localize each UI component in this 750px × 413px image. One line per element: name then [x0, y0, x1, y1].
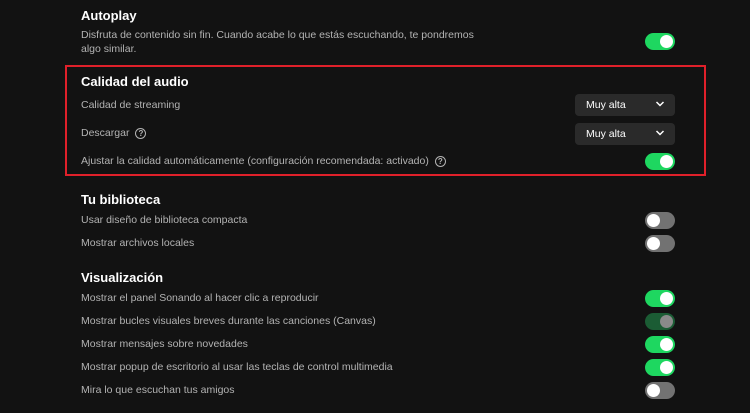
toggle-knob: [660, 315, 673, 328]
news-messages-toggle[interactable]: [645, 336, 675, 353]
canvas-toggle[interactable]: [645, 313, 675, 330]
desktop-popup-label: Mostrar popup de escritorio al usar las …: [81, 361, 393, 373]
chevron-down-icon: [655, 130, 665, 136]
help-icon[interactable]: ?: [434, 155, 446, 167]
toggle-knob: [660, 292, 673, 305]
desktop-popup-label-text: Mostrar popup de escritorio al usar las …: [81, 361, 393, 373]
local-files-label: Mostrar archivos locales: [81, 237, 194, 249]
news-messages-label-text: Mostrar mensajes sobre novedades: [81, 338, 248, 350]
now-playing-panel-label: Mostrar el panel Sonando al hacer clic a…: [81, 292, 319, 304]
download-quality-select[interactable]: Muy alta: [575, 123, 675, 145]
compact-library-label: Usar diseño de biblioteca compacta: [81, 214, 247, 226]
toggle-knob: [647, 384, 660, 397]
streaming-quality-label: Calidad de streaming: [81, 99, 180, 111]
streaming-quality-value: Muy alta: [586, 99, 626, 111]
friends-activity-label-text: Mira lo que escuchan tus amigos: [81, 384, 235, 396]
autoplay-description-line2: algo similar.: [81, 43, 137, 55]
audio-quality-title: Calidad del audio: [81, 74, 189, 89]
help-icon[interactable]: ?: [135, 127, 147, 139]
auto-adjust-quality-label: Ajustar la calidad automáticamente (conf…: [81, 155, 446, 167]
download-quality-value: Muy alta: [586, 128, 626, 140]
autoplay-toggle[interactable]: [645, 33, 675, 50]
download-quality-label-text: Descargar: [81, 127, 130, 139]
autoplay-title: Autoplay: [81, 8, 137, 23]
streaming-quality-label-text: Calidad de streaming: [81, 99, 181, 111]
auto-adjust-quality-label-text: Ajustar la calidad automáticamente (conf…: [81, 155, 429, 167]
toggle-knob: [660, 35, 673, 48]
news-messages-label: Mostrar mensajes sobre novedades: [81, 338, 248, 350]
toggle-knob: [660, 155, 673, 168]
compact-library-toggle[interactable]: [645, 212, 675, 229]
library-title: Tu biblioteca: [81, 192, 161, 207]
friends-activity-toggle[interactable]: [645, 382, 675, 399]
now-playing-panel-label-text: Mostrar el panel Sonando al hacer clic a…: [81, 292, 319, 304]
local-files-label-text: Mostrar archivos locales: [81, 237, 195, 249]
toggle-knob: [660, 361, 673, 374]
streaming-quality-select[interactable]: Muy alta: [575, 94, 675, 116]
canvas-label-text: Mostrar bucles visuales breves durante l…: [81, 315, 376, 327]
chevron-down-icon: [655, 101, 665, 107]
toggle-knob: [647, 214, 660, 227]
desktop-popup-toggle[interactable]: [645, 359, 675, 376]
autoplay-description-line1: Disfruta de contenido sin fin. Cuando ac…: [81, 29, 474, 41]
toggle-knob: [647, 237, 660, 250]
auto-adjust-quality-toggle[interactable]: [645, 153, 675, 170]
compact-library-label-text: Usar diseño de biblioteca compacta: [81, 214, 248, 226]
autoplay-description: Disfruta de contenido sin fin. Cuando ac…: [81, 28, 474, 56]
toggle-knob: [660, 338, 673, 351]
display-title: Visualización: [81, 270, 164, 285]
now-playing-panel-toggle[interactable]: [645, 290, 675, 307]
canvas-label: Mostrar bucles visuales breves durante l…: [81, 315, 376, 327]
download-quality-label: Descargar ?: [81, 127, 147, 139]
friends-activity-label: Mira lo que escuchan tus amigos: [81, 384, 235, 396]
local-files-toggle[interactable]: [645, 235, 675, 252]
